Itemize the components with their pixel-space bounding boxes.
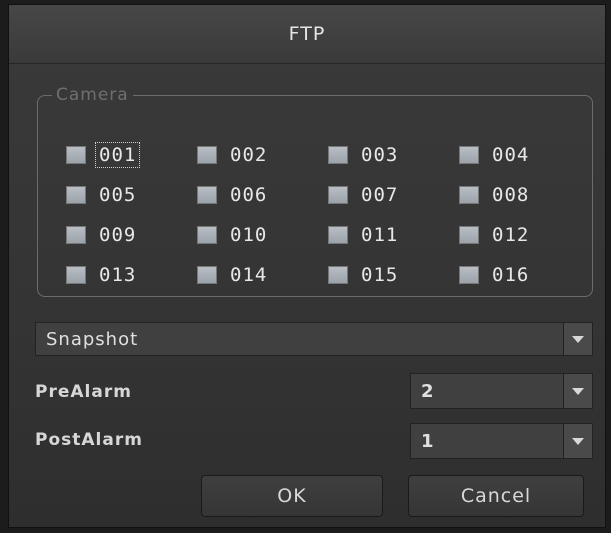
camera-item-006[interactable]: 006 [197,175,328,215]
camera-item-007[interactable]: 007 [328,175,459,215]
camera-item-009[interactable]: 009 [66,215,197,255]
camera-checkbox[interactable] [66,226,86,244]
camera-item-004[interactable]: 004 [459,135,590,175]
postalarm-dropdown-arrow[interactable] [563,424,592,458]
camera-label: 005 [99,184,137,206]
camera-label: 014 [230,264,268,286]
camera-checkbox[interactable] [459,186,479,204]
camera-item-011[interactable]: 011 [328,215,459,255]
ok-button[interactable]: OK [201,475,383,517]
camera-label: 003 [361,144,399,166]
camera-item-001[interactable]: 001 [66,135,197,175]
prealarm-dropdown-arrow[interactable] [563,374,592,408]
camera-label: 004 [492,144,530,166]
postalarm-select[interactable]: 1 [410,423,593,459]
camera-label: 015 [361,264,399,286]
mode-select-dropdown-arrow[interactable] [563,323,592,355]
camera-item-003[interactable]: 003 [328,135,459,175]
camera-item-013[interactable]: 013 [66,255,197,295]
camera-label: 002 [230,144,268,166]
prealarm-label: PreAlarm [35,382,132,402]
cancel-button[interactable]: Cancel [408,475,584,517]
camera-checkbox[interactable] [459,266,479,284]
camera-checkbox[interactable] [66,146,86,164]
camera-label: 007 [361,184,399,206]
dialog-title: FTP [9,5,605,64]
camera-item-016[interactable]: 016 [459,255,590,295]
camera-item-014[interactable]: 014 [197,255,328,295]
camera-label: 001 [94,142,141,168]
camera-checkbox[interactable] [66,266,86,284]
camera-label: 009 [99,224,137,246]
camera-label: 008 [492,184,530,206]
prealarm-select[interactable]: 2 [410,373,593,409]
camera-checkbox[interactable] [459,226,479,244]
camera-label: 006 [230,184,268,206]
mode-select-value: Snapshot [46,328,139,350]
camera-checkbox[interactable] [328,226,348,244]
camera-checkbox[interactable] [197,186,217,204]
prealarm-value: 2 [421,380,435,402]
camera-item-012[interactable]: 012 [459,215,590,255]
camera-item-008[interactable]: 008 [459,175,590,215]
chevron-down-icon [572,387,584,395]
camera-group: Camera 001 002 003 004 005 006 007 008 009 010 011… [37,85,593,297]
postalarm-label: PostAlarm [35,430,143,450]
postalarm-value: 1 [421,430,435,452]
ftp-dialog: FTP Camera 001 002 003 004 005 006 007 008 009 01… [8,4,606,528]
camera-label: 013 [99,264,137,286]
camera-item-015[interactable]: 015 [328,255,459,295]
chevron-down-icon [572,335,584,343]
camera-item-010[interactable]: 010 [197,215,328,255]
camera-label: 012 [492,224,530,246]
camera-checkbox[interactable] [459,146,479,164]
camera-checkbox[interactable] [328,186,348,204]
camera-checkbox-grid: 001 002 003 004 005 006 007 008 009 010 011 012 013 0… [66,135,590,295]
camera-item-002[interactable]: 002 [197,135,328,175]
camera-label: 016 [492,264,530,286]
mode-select[interactable]: Snapshot [35,322,593,356]
camera-checkbox[interactable] [197,266,217,284]
camera-label: 010 [230,224,268,246]
camera-checkbox[interactable] [328,266,348,284]
camera-item-005[interactable]: 005 [66,175,197,215]
camera-checkbox[interactable] [197,146,217,164]
camera-checkbox[interactable] [328,146,348,164]
camera-checkbox[interactable] [66,186,86,204]
camera-checkbox[interactable] [197,226,217,244]
camera-label: 011 [361,224,399,246]
chevron-down-icon [572,437,584,445]
camera-group-legend: Camera [56,85,129,105]
